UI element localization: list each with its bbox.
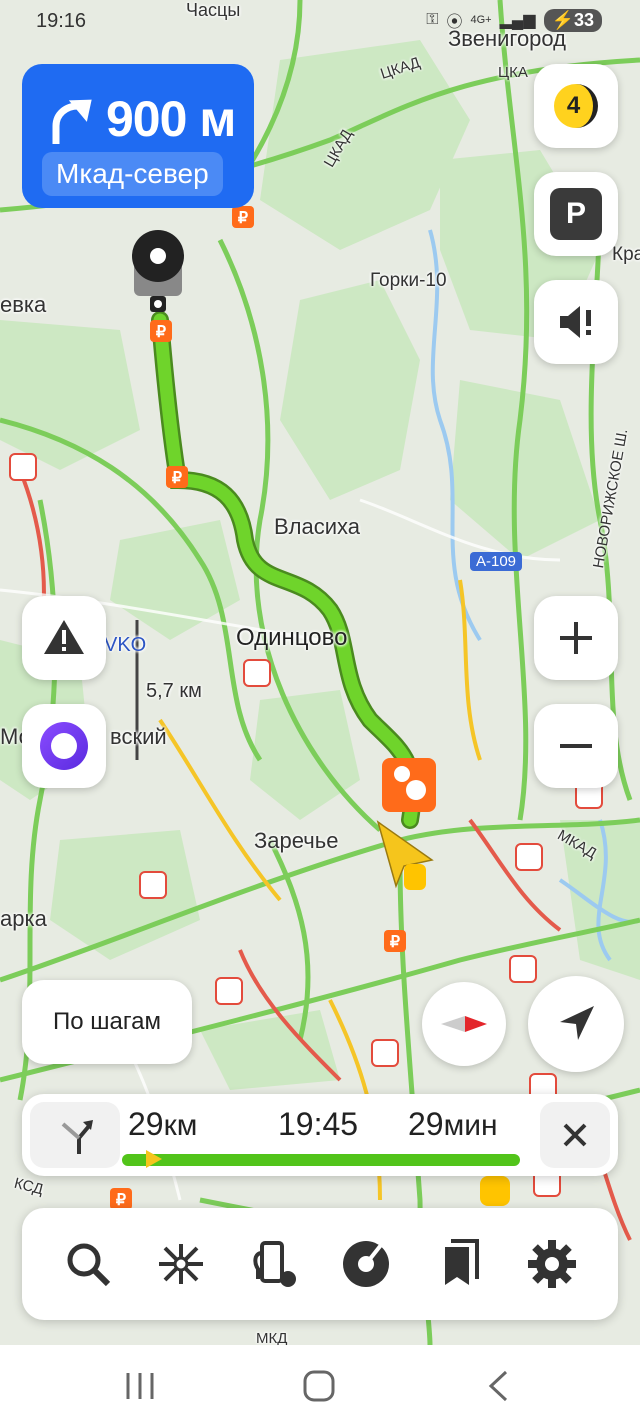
map-label-a109: А-109 — [470, 552, 523, 571]
battery-indicator: ⚡33 — [543, 8, 602, 32]
settings-button[interactable] — [522, 1234, 582, 1294]
traffic-level-button[interactable]: 4 — [534, 64, 618, 148]
parking-icon: P — [550, 188, 602, 240]
compass-icon — [441, 1016, 487, 1032]
map-label-vlasikha: Власиха — [274, 514, 361, 539]
traffic-level: 4 — [566, 92, 581, 119]
map-scale-label: 5,7 км — [146, 680, 202, 702]
parking-label: P — [565, 197, 586, 230]
map-label-zarechye: Заречье — [254, 828, 339, 853]
route-progress-marker-icon — [145, 1150, 162, 1168]
gas-stations-button[interactable] — [244, 1234, 304, 1294]
home-icon[interactable] — [302, 1369, 336, 1403]
parking-button[interactable]: P — [534, 172, 618, 256]
maneuver-street: Мкад-север — [42, 152, 223, 196]
report-event-button[interactable] — [22, 596, 106, 680]
recent-apps-icon[interactable] — [124, 1371, 156, 1401]
music-icon — [343, 1241, 390, 1287]
sound-alert-button[interactable] — [534, 280, 618, 364]
status-bar: 19:16 ⚿ ⦿ 4G+ ▂▄▆ ⚡33 — [0, 0, 640, 40]
gear-icon — [527, 1240, 576, 1288]
route-alternatives-button[interactable] — [30, 1102, 120, 1168]
status-icons: ⚿ ⦿ 4G+ ▂▄▆ ⚡33 — [426, 8, 602, 32]
key-icon: ⚿ — [426, 11, 439, 28]
svg-text:₽: ₽ — [390, 934, 400, 951]
close-icon — [563, 1123, 587, 1147]
search-icon — [67, 1243, 111, 1287]
starburst-icon — [158, 1244, 203, 1284]
my-location-button[interactable] — [528, 976, 624, 1072]
map-label-evka: евка — [0, 292, 47, 317]
route-progress-bar — [122, 1154, 520, 1166]
route-duration-unit: мин — [443, 1109, 498, 1142]
fuel-pump-icon — [253, 1241, 296, 1287]
svg-text:₽: ₽ — [238, 210, 248, 227]
status-time: 19:16 — [36, 10, 87, 32]
route-eta: 19:45 — [278, 1106, 359, 1142]
svg-text:₽: ₽ — [156, 324, 166, 341]
back-icon[interactable] — [486, 1369, 510, 1403]
steps-button-label: По шагам — [53, 1008, 161, 1035]
svg-text:₽: ₽ — [116, 1192, 126, 1209]
svg-text:₽: ₽ — [172, 470, 182, 487]
traffic-icon: 4 — [554, 84, 598, 128]
network-type: 4G+ — [470, 14, 492, 26]
route-distance-unit: км — [163, 1109, 198, 1142]
turn-right-arrow-icon — [52, 99, 92, 144]
close-route-button[interactable] — [540, 1102, 610, 1168]
fork-arrow-icon — [61, 1120, 93, 1154]
music-button[interactable] — [336, 1234, 396, 1294]
map-label-kra: Кра — [612, 244, 640, 265]
battery-level: 33 — [573, 9, 594, 30]
alice-button[interactable] — [22, 704, 106, 788]
bottom-toolbar — [22, 1208, 618, 1320]
route-duration: 29мин — [408, 1106, 498, 1143]
zoom-in-button[interactable] — [534, 596, 618, 680]
navigation-arrow-icon — [560, 1006, 594, 1040]
search-button[interactable] — [58, 1234, 118, 1294]
route-distance-value: 29 — [128, 1106, 164, 1142]
system-nav-bar — [0, 1345, 640, 1427]
route-duration-value: 29 — [408, 1106, 444, 1142]
route-progress-fill — [122, 1154, 520, 1166]
map-label-odintsovo: Одинцово — [236, 624, 348, 651]
maneuver-card[interactable]: 900 м Мкад-север — [22, 64, 254, 208]
bookmarks-icon — [444, 1239, 479, 1285]
minus-icon — [560, 744, 592, 748]
maneuver-distance: 900 м — [106, 91, 236, 147]
map-label-tskad-3: ЦКА — [498, 64, 528, 81]
map-label-arka: арка — [0, 906, 47, 931]
map-label-gorki: Горки-10 — [370, 270, 447, 291]
location-icon: ⦿ — [446, 14, 463, 31]
bookmarks-button[interactable] — [429, 1234, 489, 1294]
discovery-button[interactable] — [151, 1234, 211, 1294]
zoom-out-button[interactable] — [534, 704, 618, 788]
speaker-alert-icon — [560, 306, 591, 338]
map-label-vko: VKO — [104, 634, 147, 656]
map-label-vskiy: вский — [110, 724, 167, 749]
compass-button[interactable] — [422, 982, 506, 1066]
warning-icon — [44, 620, 84, 654]
steps-button[interactable]: По шагам — [22, 980, 192, 1064]
route-distance: 29км — [128, 1106, 197, 1143]
signal-icon: ▂▄▆ — [499, 12, 536, 29]
plus-icon — [560, 622, 592, 654]
alice-icon — [40, 722, 88, 770]
